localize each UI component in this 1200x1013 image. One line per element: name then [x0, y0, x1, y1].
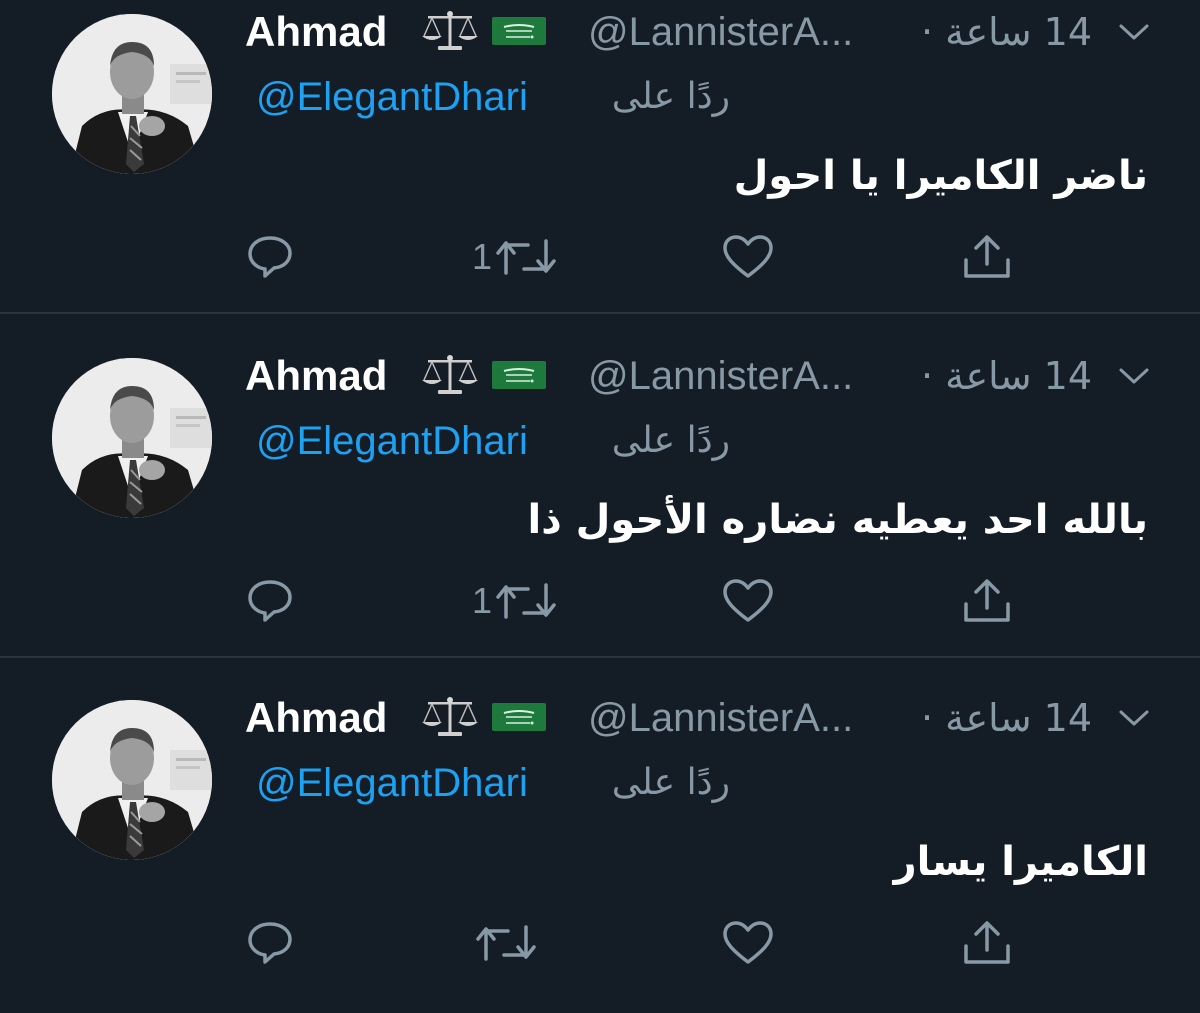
like-button[interactable]: [722, 232, 774, 282]
avatar[interactable]: [52, 14, 212, 174]
avatar[interactable]: [52, 700, 212, 860]
tweet[interactable]: Ahmad @LannisterA... 14 ساعة · @ElegantD…: [0, 686, 1200, 1013]
like-button[interactable]: [722, 918, 774, 968]
reply-to-label: ردًا على: [611, 420, 730, 461]
avatar-photo: [52, 358, 212, 518]
heart-icon: [723, 235, 773, 278]
reply-mention-link[interactable]: @ElegantDhari: [256, 73, 528, 121]
tweet-timestamp: 14 ساعة ·: [920, 354, 1092, 398]
author-handle[interactable]: @LannisterA...: [588, 8, 853, 56]
retweet-button[interactable]: 1: [472, 232, 558, 282]
chevron-down-icon[interactable]: [1115, 20, 1153, 44]
avatar-photo: [52, 700, 212, 860]
saudi-flag-icon: [492, 361, 546, 389]
tweet-text: بالله احد يعطيه نضاره الأحول ذا: [527, 497, 1148, 543]
author-name[interactable]: Ahmad: [245, 694, 387, 742]
scales-icon: [422, 697, 478, 736]
share-button[interactable]: [960, 918, 1014, 968]
retweet-icon: [496, 239, 556, 275]
tweet-text: الكاميرا يسار: [893, 839, 1148, 885]
tweet-timestamp: 14 ساعة ·: [920, 10, 1092, 54]
share-button[interactable]: [960, 232, 1014, 282]
reply-button[interactable]: [246, 918, 294, 968]
retweet-button[interactable]: 1: [472, 576, 558, 626]
retweet-count: 1: [472, 580, 493, 621]
saudi-flag-icon: [492, 703, 546, 731]
share-icon: [964, 921, 1010, 964]
tweet-feed: Ahmad @LannisterA... 14 ساعة · @ElegantD…: [0, 0, 1200, 1013]
tweet-text: ناضر الكاميرا يا احول: [733, 153, 1148, 199]
reply-to-label: ردًا على: [611, 762, 730, 803]
heart-icon: [723, 921, 773, 964]
retweet-button[interactable]: [472, 918, 538, 968]
author-name[interactable]: Ahmad: [245, 8, 387, 56]
retweet-icon: [496, 583, 556, 619]
chevron-down-icon[interactable]: [1115, 706, 1153, 730]
retweet-count: 1: [472, 236, 493, 277]
tweet-divider: [0, 312, 1200, 314]
reply-icon: [248, 580, 292, 622]
tweet[interactable]: Ahmad @LannisterA... 14 ساعة · @ElegantD…: [0, 344, 1200, 688]
avatar-photo: [52, 14, 212, 174]
reply-button[interactable]: [246, 232, 294, 282]
reply-mention-link[interactable]: @ElegantDhari: [256, 417, 528, 465]
reply-icon: [248, 236, 292, 278]
tweet-timestamp: 14 ساعة ·: [920, 696, 1092, 740]
scales-icon: [422, 11, 478, 50]
heart-icon: [723, 579, 773, 622]
reply-button[interactable]: [246, 576, 294, 626]
chevron-down-icon[interactable]: [1115, 364, 1153, 388]
share-button[interactable]: [960, 576, 1014, 626]
scales-icon: [422, 355, 478, 394]
share-icon: [964, 235, 1010, 278]
reply-icon: [248, 922, 292, 964]
avatar[interactable]: [52, 358, 212, 518]
reply-to-label: ردًا على: [611, 76, 730, 117]
author-handle[interactable]: @LannisterA...: [588, 352, 853, 400]
tweet[interactable]: Ahmad @LannisterA... 14 ساعة · @ElegantD…: [0, 0, 1200, 344]
reply-mention-link[interactable]: @ElegantDhari: [256, 759, 528, 807]
author-name[interactable]: Ahmad: [245, 352, 387, 400]
retweet-icon: [476, 925, 536, 961]
share-icon: [964, 579, 1010, 622]
saudi-flag-icon: [492, 17, 546, 45]
tweet-divider: [0, 656, 1200, 658]
like-button[interactable]: [722, 576, 774, 626]
author-handle[interactable]: @LannisterA...: [588, 694, 853, 742]
